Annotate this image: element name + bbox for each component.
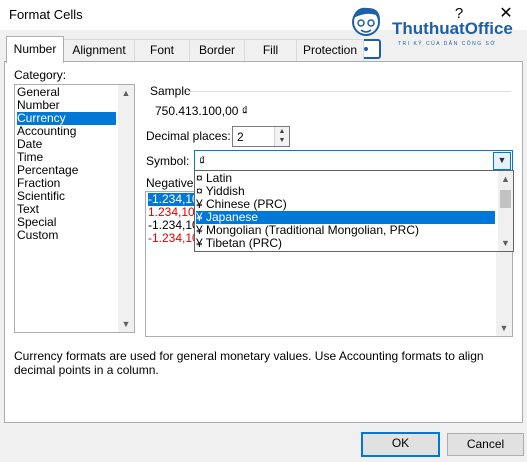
- tab-protection[interactable]: Protection: [296, 39, 364, 62]
- watermark-tagline: TRI KỶ CỦA DÂN CÔNG SỞ: [398, 41, 497, 47]
- category-label: Category:: [14, 68, 67, 82]
- scroll-up-icon[interactable]: ▲: [118, 85, 134, 101]
- negative-item[interactable]: -1.234,10: [148, 232, 199, 245]
- symbol-label: Symbol:: [146, 154, 190, 168]
- tab-alignment[interactable]: Alignment: [63, 39, 135, 62]
- category-scrollbar[interactable]: ▲ ▼: [118, 85, 134, 332]
- tab-font[interactable]: Font: [134, 39, 190, 62]
- decimal-places-input[interactable]: 2: [237, 130, 244, 144]
- decimal-spin[interactable]: ▲ ▼: [274, 127, 289, 146]
- watermark-logo: ThuthuatOffice TRI KỶ CỦA DÂN CÔNG SỞ: [340, 2, 527, 62]
- tab-number[interactable]: Number: [6, 36, 64, 63]
- scroll-up-icon[interactable]: ▲: [498, 171, 513, 187]
- tab-fill[interactable]: Fill: [244, 39, 297, 62]
- symbol-option[interactable]: ¥ Tibetan (PRC): [196, 237, 495, 250]
- decimal-places-label: Decimal places:: [146, 129, 231, 143]
- scroll-down-icon[interactable]: ▼: [496, 320, 512, 336]
- scroll-thumb[interactable]: [500, 190, 511, 208]
- scroll-down-icon[interactable]: ▼: [118, 316, 134, 332]
- decimal-places-stepper[interactable]: 2 ▲ ▼: [232, 126, 290, 147]
- category-list[interactable]: General Number Currency Accounting Date …: [14, 84, 135, 333]
- negative-numbers-label: Negative: [146, 176, 194, 190]
- watermark-name: ThuthuatOffice: [392, 19, 513, 38]
- dialog-title: Format Cells: [9, 7, 83, 22]
- sample-divider: [186, 91, 511, 93]
- sample-value: 750.413.100,00 ₫: [155, 104, 248, 118]
- spin-down-icon[interactable]: ▼: [275, 136, 289, 145]
- scroll-down-icon[interactable]: ▼: [498, 235, 513, 251]
- cancel-button[interactable]: Cancel: [447, 433, 524, 456]
- spin-up-icon[interactable]: ▲: [275, 127, 289, 136]
- tab-border[interactable]: Border: [189, 39, 245, 62]
- ok-button[interactable]: OK: [361, 432, 440, 457]
- format-description: Currency formats are used for general mo…: [14, 349, 484, 377]
- symbol-combo[interactable]: ₫ ▼: [194, 150, 513, 171]
- symbol-value[interactable]: ₫: [199, 154, 205, 168]
- dropdown-scrollbar[interactable]: ▲ ▼: [498, 171, 513, 251]
- sample-label: Sample: [150, 84, 191, 98]
- chevron-down-icon[interactable]: ▼: [493, 152, 511, 170]
- symbol-dropdown-list[interactable]: ¤ Latin ¤ Yiddish ¥ Chinese (PRC) ¥ Japa…: [194, 170, 514, 252]
- category-item-custom[interactable]: Custom: [17, 229, 58, 242]
